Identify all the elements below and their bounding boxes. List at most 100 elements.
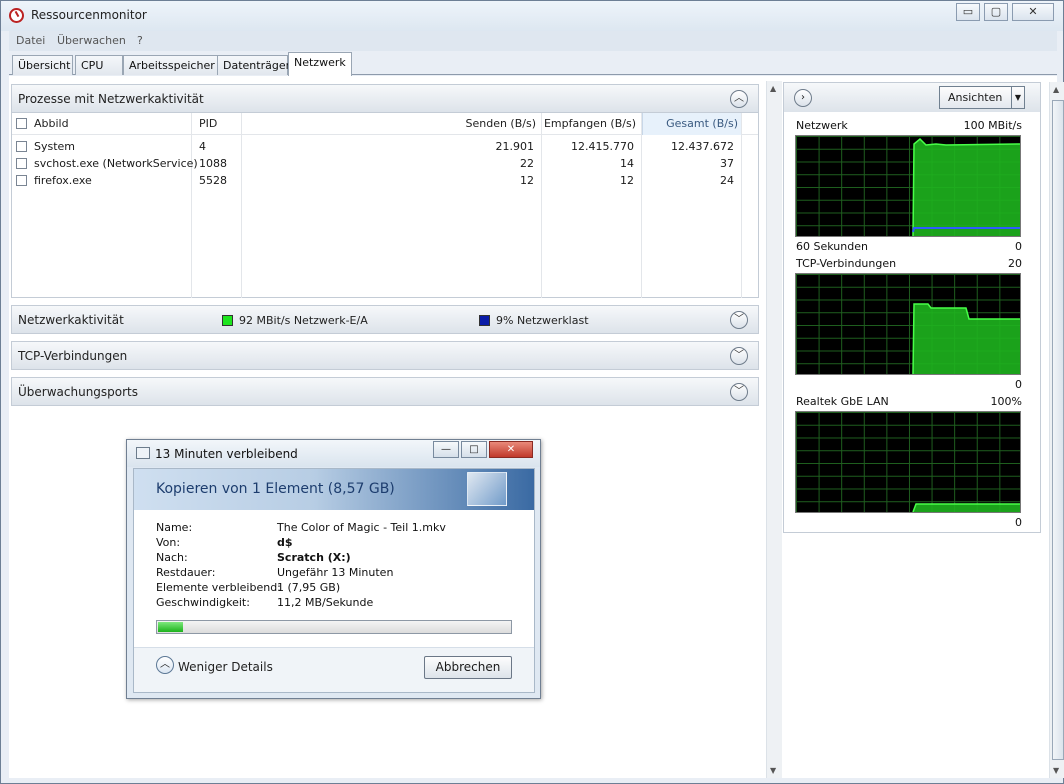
process-send: 21.901 bbox=[495, 140, 535, 153]
process-receive: 14 bbox=[620, 157, 634, 170]
right-scrollbar[interactable]: ▲ ▼ bbox=[1049, 82, 1064, 778]
minimize-button[interactable]: ▭ bbox=[956, 3, 980, 21]
left-scrollbar[interactable]: ▲ ▼ bbox=[766, 81, 782, 778]
detail-label: Geschwindigkeit: bbox=[156, 596, 250, 609]
chevron-right-icon[interactable]: › bbox=[794, 89, 812, 107]
process-total: 12.437.672 bbox=[671, 140, 734, 153]
process-name: System bbox=[34, 140, 76, 153]
column-header-gesamt[interactable]: Gesamt (B/s) bbox=[642, 117, 738, 130]
legend-green-swatch bbox=[222, 315, 233, 326]
graph-min: 0 bbox=[1015, 378, 1022, 391]
tab-uebersicht[interactable]: Übersicht bbox=[12, 55, 73, 75]
menu-bar: Datei Überwachen ? bbox=[9, 31, 1057, 51]
detail-label: Nach: bbox=[156, 551, 188, 564]
chevron-up-icon[interactable]: ︿ bbox=[156, 656, 174, 674]
dialog-title-bar: 13 Minuten verbleibend — □ ✕ bbox=[127, 440, 540, 467]
graph-min: 0 bbox=[1015, 516, 1022, 529]
process-pid: 1088 bbox=[199, 157, 227, 170]
select-all-checkbox[interactable] bbox=[16, 118, 27, 129]
dialog-minimize-button[interactable]: — bbox=[433, 441, 459, 458]
section-title: Netzwerkaktivität bbox=[18, 313, 124, 327]
adapter-graph bbox=[795, 411, 1021, 513]
section-title: Prozesse mit Netzwerkaktivität bbox=[18, 92, 204, 106]
column-header-abbild[interactable]: Abbild bbox=[34, 117, 69, 130]
tab-netzwerk[interactable]: Netzwerk bbox=[288, 52, 352, 76]
table-row[interactable]: svchost.exe (NetworkService) 1088 22 14 … bbox=[12, 155, 758, 172]
table-header: Abbild PID Senden (B/s) Empfangen (B/s) … bbox=[12, 113, 758, 135]
close-button[interactable]: ✕ bbox=[1012, 3, 1054, 21]
graph-max: 100 MBit/s bbox=[963, 119, 1022, 132]
menu-ueberwachen[interactable]: Überwachen bbox=[57, 34, 126, 47]
process-total: 37 bbox=[720, 157, 734, 170]
process-pid: 5528 bbox=[199, 174, 227, 187]
graph-toolbar: › Ansichten ▼ bbox=[784, 83, 1040, 112]
graph-title: Realtek GbE LAN bbox=[796, 395, 889, 408]
row-checkbox[interactable] bbox=[16, 141, 27, 152]
table-row[interactable]: System 4 21.901 12.415.770 12.437.672 bbox=[12, 138, 758, 155]
process-total: 24 bbox=[720, 174, 734, 187]
cancel-button[interactable]: Abbrechen bbox=[424, 656, 512, 679]
detail-value: Ungefähr 13 Minuten bbox=[277, 566, 394, 579]
network-graph bbox=[795, 135, 1021, 237]
resource-monitor-icon bbox=[9, 8, 24, 23]
tcp-section-header[interactable]: TCP-Verbindungen ﹀ bbox=[11, 341, 759, 370]
network-activity-section-header[interactable]: Netzwerkaktivität 92 MBit/s Netzwerk-E/A… bbox=[11, 305, 759, 334]
window-title: Ressourcenmonitor bbox=[31, 8, 147, 22]
scroll-up-arrow-icon[interactable]: ▲ bbox=[770, 84, 776, 93]
detail-value[interactable]: Scratch (X:) bbox=[277, 551, 351, 564]
section-title: TCP-Verbindungen bbox=[18, 349, 128, 363]
dropdown-arrow-icon[interactable]: ▼ bbox=[1011, 87, 1024, 108]
title-bar: Ressourcenmonitor ▭ ▢ ✕ bbox=[1, 1, 1063, 31]
graph-max: 100% bbox=[990, 395, 1022, 408]
row-checkbox[interactable] bbox=[16, 158, 27, 169]
graph-title: Netzwerk bbox=[796, 119, 848, 132]
detail-value[interactable]: d$ bbox=[277, 536, 293, 549]
tab-strip: Übersicht CPU Arbeitsspeicher Datenträge… bbox=[9, 51, 1057, 76]
table-row[interactable]: firefox.exe 5528 12 12 24 bbox=[12, 172, 758, 189]
resource-monitor-window: Ressourcenmonitor ▭ ▢ ✕ Datei Überwachen… bbox=[0, 0, 1064, 784]
row-checkbox[interactable] bbox=[16, 175, 27, 186]
copy-progress-bar bbox=[156, 620, 512, 634]
menu-datei[interactable]: Datei bbox=[16, 34, 45, 47]
detail-label: Elemente verbleibend: bbox=[156, 581, 281, 594]
graph-min: 0 bbox=[1015, 240, 1022, 253]
column-header-empfangen[interactable]: Empfangen (B/s) bbox=[540, 117, 636, 130]
scroll-up-arrow-icon[interactable]: ▲ bbox=[1053, 85, 1059, 94]
menu-help[interactable]: ? bbox=[137, 34, 143, 47]
ports-section-header[interactable]: Überwachungsports ﹀ bbox=[11, 377, 759, 406]
processes-section-header[interactable]: Prozesse mit Netzwerkaktivität ︿ bbox=[11, 84, 759, 113]
detail-value: 11,2 MB/Sekunde bbox=[277, 596, 374, 609]
detail-value: The Color of Magic - Teil 1.mkv bbox=[277, 521, 446, 534]
detail-label: Von: bbox=[156, 536, 181, 549]
scroll-thumb[interactable] bbox=[1052, 100, 1064, 760]
copy-progress-dialog: 13 Minuten verbleibend — □ ✕ Kopieren vo… bbox=[126, 439, 541, 699]
column-header-senden[interactable]: Senden (B/s) bbox=[432, 117, 536, 130]
process-receive: 12 bbox=[620, 174, 634, 187]
dialog-title: 13 Minuten verbleibend bbox=[155, 447, 298, 461]
expand-down-icon[interactable]: ﹀ bbox=[730, 347, 748, 365]
tcp-graph bbox=[795, 273, 1021, 375]
progress-fill bbox=[158, 622, 183, 632]
copy-icon bbox=[136, 447, 150, 459]
detail-value: 1 (7,95 GB) bbox=[277, 581, 341, 594]
dialog-footer: ︿ Weniger Details Abbrechen bbox=[134, 647, 534, 692]
detail-label: Restdauer: bbox=[156, 566, 216, 579]
tab-cpu[interactable]: CPU bbox=[75, 55, 123, 75]
tab-arbeitsspeicher[interactable]: Arbeitsspeicher bbox=[123, 55, 220, 75]
tab-datentraeger[interactable]: Datenträger bbox=[217, 55, 290, 75]
expand-down-icon[interactable]: ﹀ bbox=[730, 383, 748, 401]
views-dropdown[interactable]: Ansichten ▼ bbox=[939, 86, 1025, 109]
dialog-maximize-button[interactable]: □ bbox=[461, 441, 487, 458]
fewer-details-link[interactable]: Weniger Details bbox=[178, 660, 273, 674]
process-receive: 12.415.770 bbox=[571, 140, 634, 153]
dialog-close-button[interactable]: ✕ bbox=[489, 441, 533, 458]
maximize-button[interactable]: ▢ bbox=[984, 3, 1008, 21]
process-name: firefox.exe bbox=[34, 174, 92, 187]
collapse-up-icon[interactable]: ︿ bbox=[730, 90, 748, 108]
detail-label: Name: bbox=[156, 521, 193, 534]
scroll-down-arrow-icon[interactable]: ▼ bbox=[770, 766, 776, 775]
column-header-pid[interactable]: PID bbox=[199, 117, 217, 130]
scroll-down-arrow-icon[interactable]: ▼ bbox=[1053, 766, 1059, 775]
expand-down-icon[interactable]: ﹀ bbox=[730, 311, 748, 329]
dialog-body: Kopieren von 1 Element (8,57 GB) Name: T… bbox=[133, 468, 535, 693]
